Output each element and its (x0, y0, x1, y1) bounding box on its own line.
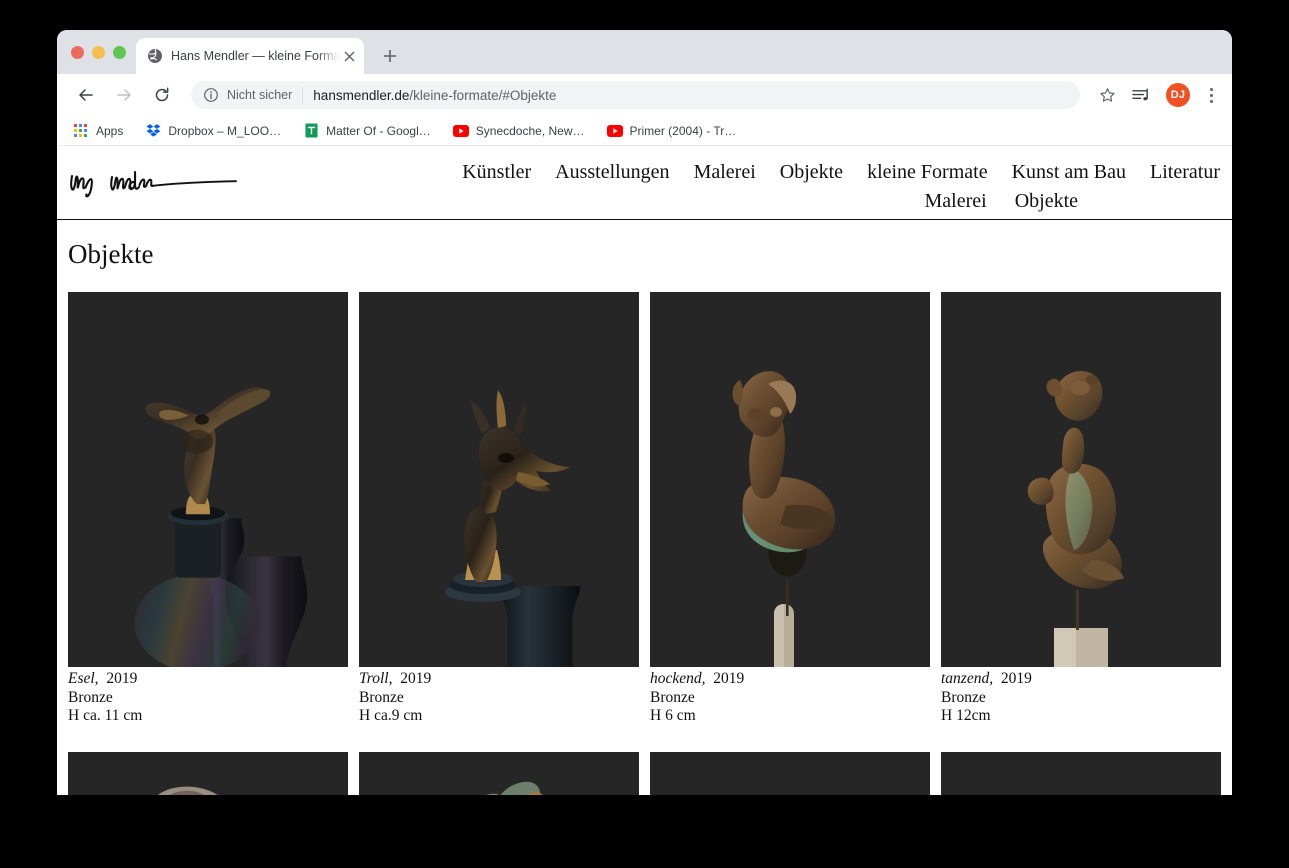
reload-icon[interactable] (147, 80, 177, 110)
artwork-image-tanzend[interactable] (941, 292, 1221, 667)
site-header: Künstler Ausstellungen Malerei Objekte k… (57, 146, 1232, 220)
bookmark-apps[interactable]: Apps (73, 123, 123, 139)
page-title: Objekte (57, 220, 1232, 270)
url-text: hansmendler.de/kleine-formate/#Objekte (313, 88, 556, 103)
url-path: /kleine-formate/#Objekte (409, 88, 556, 103)
artwork-size: H 6 cm (650, 707, 930, 726)
nav-subitem-objekte[interactable]: Objekte (1001, 187, 1092, 216)
artwork-year: 2019 (400, 670, 431, 687)
nav-item-kuenstler[interactable]: Künstler (450, 158, 543, 187)
bookmark-label: Dropbox – M_LOO… (168, 124, 281, 138)
security-status-label: Nicht sicher (227, 87, 303, 103)
star-icon[interactable] (1094, 82, 1120, 108)
artwork-caption: tanzend, 2019 Bronze H 12cm (941, 667, 1221, 726)
artwork-size: H 12cm (941, 707, 1221, 726)
artwork-card[interactable]: Esel, 2019 Bronze H ca. 11 cm (68, 292, 348, 726)
artwork-year: 2019 (713, 670, 744, 687)
bookmark-matter-of[interactable]: Matter Of - Googl… (303, 123, 431, 139)
url-host: hansmendler.de (313, 88, 409, 103)
artwork-image-row2-4[interactable] (941, 752, 1221, 796)
artwork-title: Esel, (68, 670, 99, 687)
artwork-card[interactable] (359, 752, 639, 796)
browser-toolbar: Nicht sicher hansmendler.de/kleine-forma… (57, 74, 1232, 116)
caption-title-year: Troll, 2019 (359, 670, 639, 689)
nav-item-kleine-formate[interactable]: kleine Formate (855, 158, 1000, 187)
bookmark-label: Synecdoche, New… (476, 124, 585, 138)
nav-subitem-malerei[interactable]: Malerei (911, 187, 1001, 216)
gallery-row-2 (57, 726, 1232, 796)
artwork-title: tanzend, (941, 670, 993, 687)
artwork-image-row2-1[interactable] (68, 752, 348, 796)
artwork-card[interactable] (68, 752, 348, 796)
close-window-button[interactable] (71, 46, 84, 59)
tab-title: Hans Mendler — kleine Formate (171, 49, 340, 63)
site-logo[interactable] (57, 158, 387, 205)
window-traffic-lights (67, 30, 134, 74)
nav-sub-row: Malerei Objekte (911, 187, 1233, 216)
bookmark-dropbox[interactable]: Dropbox – M_LOO… (145, 123, 281, 139)
artwork-image-hockend[interactable] (650, 292, 930, 667)
artwork-size: H ca. 11 cm (68, 707, 348, 726)
artwork-material: Bronze (359, 689, 639, 708)
artwork-image-troll[interactable] (359, 292, 639, 667)
info-icon[interactable] (203, 87, 219, 103)
new-tab-button[interactable] (376, 42, 404, 70)
youtube-icon (607, 123, 623, 139)
site-navigation: Künstler Ausstellungen Malerei Objekte k… (387, 158, 1232, 216)
artwork-card[interactable]: hockend, 2019 Bronze H 6 cm (650, 292, 930, 726)
profile-avatar[interactable]: DJ (1166, 83, 1190, 107)
caption-title-year: hockend, 2019 (650, 670, 930, 689)
address-bar[interactable]: Nicht sicher hansmendler.de/kleine-forma… (191, 81, 1080, 109)
artwork-image-row2-3[interactable] (650, 752, 930, 796)
artwork-caption: Troll, 2019 Bronze H ca.9 cm (359, 667, 639, 726)
zoom-window-button[interactable] (113, 46, 126, 59)
bookmark-primer[interactable]: Primer (2004) - Tr… (607, 123, 737, 139)
artwork-material: Bronze (941, 689, 1221, 708)
nav-item-kunst-am-bau[interactable]: Kunst am Bau (1000, 158, 1138, 187)
artwork-image-row2-2[interactable] (359, 752, 639, 796)
apps-grid-icon (73, 123, 89, 139)
artwork-size: H ca.9 cm (359, 707, 639, 726)
nav-item-ausstellungen[interactable]: Ausstellungen (543, 158, 681, 187)
nav-primary-row: Künstler Ausstellungen Malerei Objekte k… (450, 158, 1232, 187)
forward-arrow-icon[interactable] (109, 80, 139, 110)
minimize-window-button[interactable] (92, 46, 105, 59)
gallery-row-1: Esel, 2019 Bronze H ca. 11 cm (57, 270, 1232, 726)
artwork-title: Troll, (359, 670, 392, 687)
tab-strip: Hans Mendler — kleine Formate (57, 30, 1232, 74)
artwork-card[interactable]: Troll, 2019 Bronze H ca.9 cm (359, 292, 639, 726)
three-dot-menu-icon[interactable] (1200, 88, 1222, 103)
youtube-icon (453, 123, 469, 139)
artwork-material: Bronze (650, 689, 930, 708)
browser-window: Hans Mendler — kleine Formate (57, 30, 1232, 795)
bookmarks-bar: Apps Dropbox – M_LOO… Matter Of - Googl… (57, 116, 1232, 146)
bookmark-label: Apps (96, 124, 123, 138)
bookmark-synecdoche[interactable]: Synecdoche, New… (453, 123, 585, 139)
artwork-caption: Esel, 2019 Bronze H ca. 11 cm (68, 667, 348, 726)
artwork-caption: hockend, 2019 Bronze H 6 cm (650, 667, 930, 726)
page-viewport: Künstler Ausstellungen Malerei Objekte k… (57, 146, 1232, 795)
nav-item-literatur[interactable]: Literatur (1138, 158, 1232, 187)
bookmark-label: Matter Of - Googl… (326, 124, 431, 138)
artwork-title: hockend, (650, 670, 706, 687)
google-sheets-icon (303, 123, 319, 139)
caption-title-year: Esel, 2019 (68, 670, 348, 689)
dropbox-icon (145, 123, 161, 139)
playlist-music-icon[interactable] (1128, 82, 1154, 108)
artwork-year: 2019 (1001, 670, 1032, 687)
nav-item-objekte[interactable]: Objekte (768, 158, 855, 187)
artwork-material: Bronze (68, 689, 348, 708)
bookmark-label: Primer (2004) - Tr… (630, 124, 737, 138)
artwork-card[interactable] (941, 752, 1221, 796)
close-icon[interactable] (340, 47, 358, 65)
artwork-card[interactable] (650, 752, 930, 796)
nav-item-malerei[interactable]: Malerei (682, 158, 768, 187)
artwork-image-esel[interactable] (68, 292, 348, 667)
artwork-card[interactable]: tanzend, 2019 Bronze H 12cm (941, 292, 1221, 726)
browser-tab[interactable]: Hans Mendler — kleine Formate (136, 38, 364, 74)
artwork-year: 2019 (106, 670, 137, 687)
back-arrow-icon[interactable] (71, 80, 101, 110)
caption-title-year: tanzend, 2019 (941, 670, 1221, 689)
globe-icon (147, 48, 163, 64)
